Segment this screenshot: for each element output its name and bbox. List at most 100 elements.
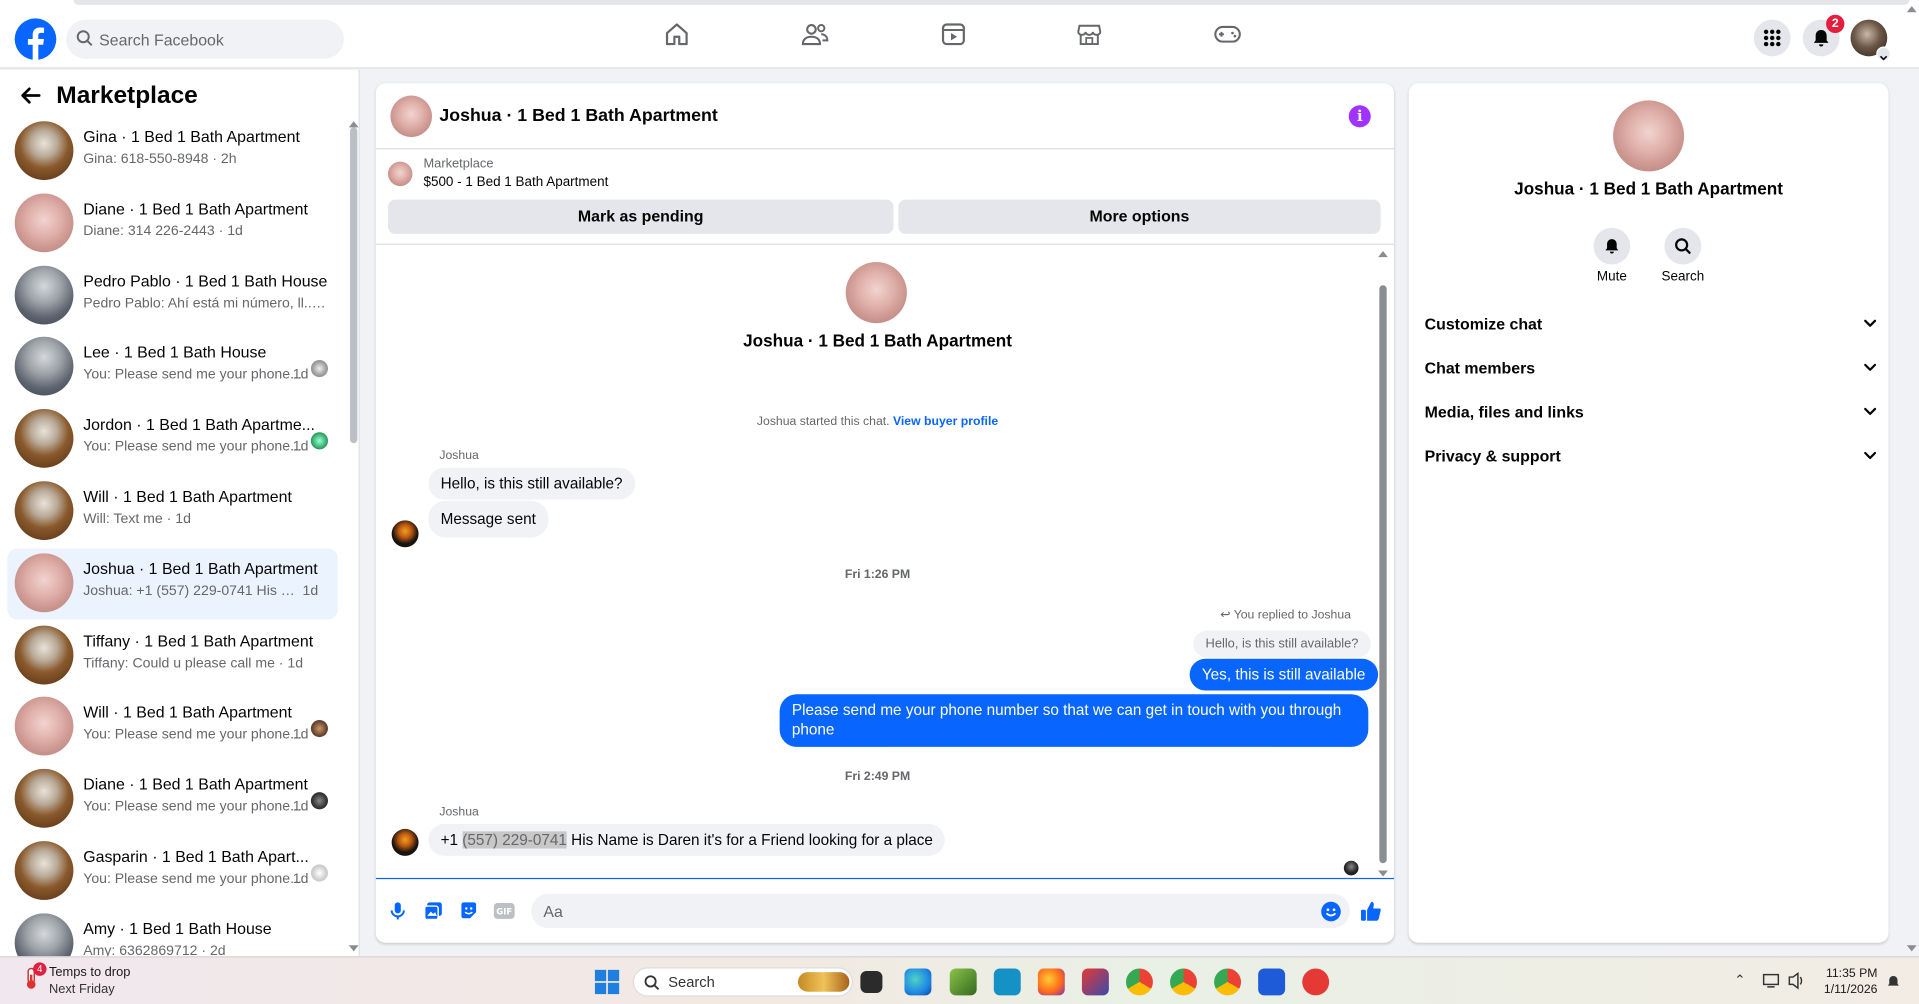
reply-note: ↩ You replied to Joshua [1220,608,1351,622]
details-section-label: Privacy & support [1424,446,1561,466]
account-chevron-icon[interactable] [1876,46,1891,62]
chrome-icon[interactable] [1125,968,1153,996]
firefox-icon[interactable] [1037,968,1065,996]
chat-title[interactable]: Joshua · 1 Bed 1 Bath Apartment [439,107,717,127]
listing-thumbnail [14,337,74,396]
app-root: 2 Marketplace Gina · 1 Bed 1 Bath Apartm… [0,0,1919,1004]
conversation-item[interactable]: Will · 1 Bed 1 Bath Apartment You: Please… [7,692,337,763]
notification-center-icon[interactable] [1886,973,1901,988]
incoming-message[interactable]: Message sent [428,500,549,538]
weather-subtitle: Next Friday [48,981,115,997]
more-options-button[interactable]: More options [898,199,1381,234]
search-input[interactable] [99,19,332,59]
chat-scroll-down-icon[interactable] [1378,870,1388,877]
conversation-item[interactable]: Joshua · 1 Bed 1 Bath Apartment Joshua: +… [7,548,338,620]
conversation-snippet: You: Please send me your phone... [83,727,302,743]
quoted-message[interactable]: Hello, is this still available? [1193,630,1371,658]
message-input[interactable] [543,893,1278,929]
app-icon[interactable] [949,968,977,996]
search-icon [1664,227,1702,265]
info-icon[interactable]: i [1348,105,1371,128]
details-section-toggle[interactable]: Media, files and links [1425,398,1878,427]
search-box[interactable] [66,19,344,59]
windows-taskbar: 4 Temps to drop Next Friday Search ⌃ 11:… [0,956,1919,1004]
page-scroll-down-icon[interactable] [1906,945,1917,952]
details-section-toggle[interactable]: Privacy & support [1425,442,1878,471]
emoji-icon[interactable] [1319,900,1341,922]
message-field[interactable] [531,893,1350,929]
app-icon[interactable] [1302,968,1330,996]
mute-button[interactable]: Mute [1575,227,1648,285]
mute-label: Mute [1596,269,1627,285]
incoming-message[interactable]: +1 (557) 229-0741 His Name is Daren it's… [428,824,946,856]
details-section-toggle[interactable]: Chat members [1425,354,1878,383]
video-icon[interactable] [929,17,978,51]
listing-thumbnail [14,841,74,900]
top-navigation: 2 [0,0,1919,69]
highlighted-phone-number[interactable]: (557) 229-0741 [462,831,567,849]
sender-avatar[interactable] [391,520,419,548]
outgoing-message[interactable]: Yes, this is still available [1189,658,1378,691]
chevron-down-icon [1864,451,1877,460]
windows-start-icon[interactable] [594,969,620,1001]
outgoing-message[interactable]: Please send me your phone number so that… [779,694,1369,747]
conversation-item[interactable]: Amy · 1 Bed 1 Bath House Amy: 6362869712 … [7,908,337,957]
sticker-icon[interactable] [458,900,480,922]
sidebar-title: Marketplace [56,82,198,109]
conversation-snippet: Gina: 618-550-8948 · 2h [83,151,237,167]
conversation-item[interactable]: Diane · 1 Bed 1 Bath Apartment You: Pleas… [7,764,337,835]
chat-scrollbar[interactable] [1379,285,1387,864]
marketplace-icon[interactable] [1065,17,1114,51]
conversation-item[interactable]: Will · 1 Bed 1 Bath Apartment Will: Text … [7,476,337,547]
edge-browser-icon[interactable] [904,968,932,996]
sender-avatar[interactable] [391,828,419,856]
photo-icon[interactable] [422,900,444,922]
details-section-toggle[interactable]: Customize chat [1425,310,1878,339]
listing-source-label: Marketplace [423,156,494,172]
conversation-item[interactable]: Gina · 1 Bed 1 Bath Apartment Gina: 618-5… [7,116,337,187]
weather-widget[interactable]: 4 Temps to drop Next Friday [20,962,130,998]
mark-as-pending-button[interactable]: Mark as pending [387,199,894,234]
conversation-snippet: Pedro Pablo: Ahí está mi número, ll... ·… [83,295,329,311]
conversation-item[interactable]: Jordon · 1 Bed 1 Bath Apartme... You: Ple… [7,404,337,475]
app-icon[interactable] [993,968,1021,996]
menu-grid-icon[interactable] [1753,19,1791,57]
security-app-icon[interactable] [1258,968,1286,996]
search-in-chat-button[interactable]: Search [1646,227,1719,284]
gaming-icon[interactable] [1203,17,1252,51]
system-clock[interactable]: 11:35 PM 1/11/2026 [1809,966,1878,998]
sidebar-scrollbar[interactable] [350,127,358,444]
microphone-icon[interactable] [387,900,409,922]
view-buyer-profile-link[interactable]: View buyer profile [893,415,998,428]
conversation-item[interactable]: Gasparin · 1 Bed 1 Bath Apart... You: Ple… [7,836,337,907]
conversation-item[interactable]: Tiffany · 1 Bed 1 Bath Apartment Tiffany:… [7,620,337,691]
gif-icon[interactable]: GIF [493,900,515,922]
home-icon[interactable] [652,17,701,51]
chat-avatar[interactable] [390,95,433,138]
search-icon [644,975,660,991]
page-scroll-up-icon[interactable] [1906,6,1917,13]
incoming-message[interactable]: Hello, is this still available? [428,467,635,500]
chrome-profile-icon[interactable] [1170,968,1197,996]
scroll-down-arrow-icon[interactable] [348,945,359,952]
details-avatar[interactable] [1613,100,1685,172]
back-arrow-icon[interactable] [20,84,42,112]
tray-chevron-icon[interactable]: ⌃ [1734,972,1745,988]
conversation-item[interactable]: Lee · 1 Bed 1 Bath House You: Please send… [7,332,337,403]
friends-icon[interactable] [791,17,840,51]
timestamp: Fri 2:49 PM [844,770,911,784]
chrome-profile-icon[interactable] [1214,968,1242,996]
taskbar-search[interactable]: Search [632,967,854,997]
listing-thumbnail[interactable] [387,161,413,187]
task-view-icon[interactable] [860,970,883,993]
listing-title[interactable]: $500 - 1 Bed 1 Bath Apartment [423,175,608,190]
conversation-item[interactable]: Diane · 1 Bed 1 Bath Apartment Diane: 314… [7,188,337,259]
facebook-logo-icon[interactable] [14,18,57,60]
conversation-item[interactable]: Pedro Pablo · 1 Bed 1 Bath House Pedro Pa… [7,260,337,331]
snipping-tool-icon[interactable] [1081,968,1109,996]
intro-avatar[interactable] [845,262,907,324]
thumbs-up-icon[interactable] [1360,900,1382,922]
chat-scroll-up-icon[interactable] [1378,251,1388,258]
chat-details-panel: Joshua · 1 Bed 1 Bath Apartment Mute Sea… [1408,83,1889,943]
reply-arrow-icon: ↩ [1220,608,1231,622]
